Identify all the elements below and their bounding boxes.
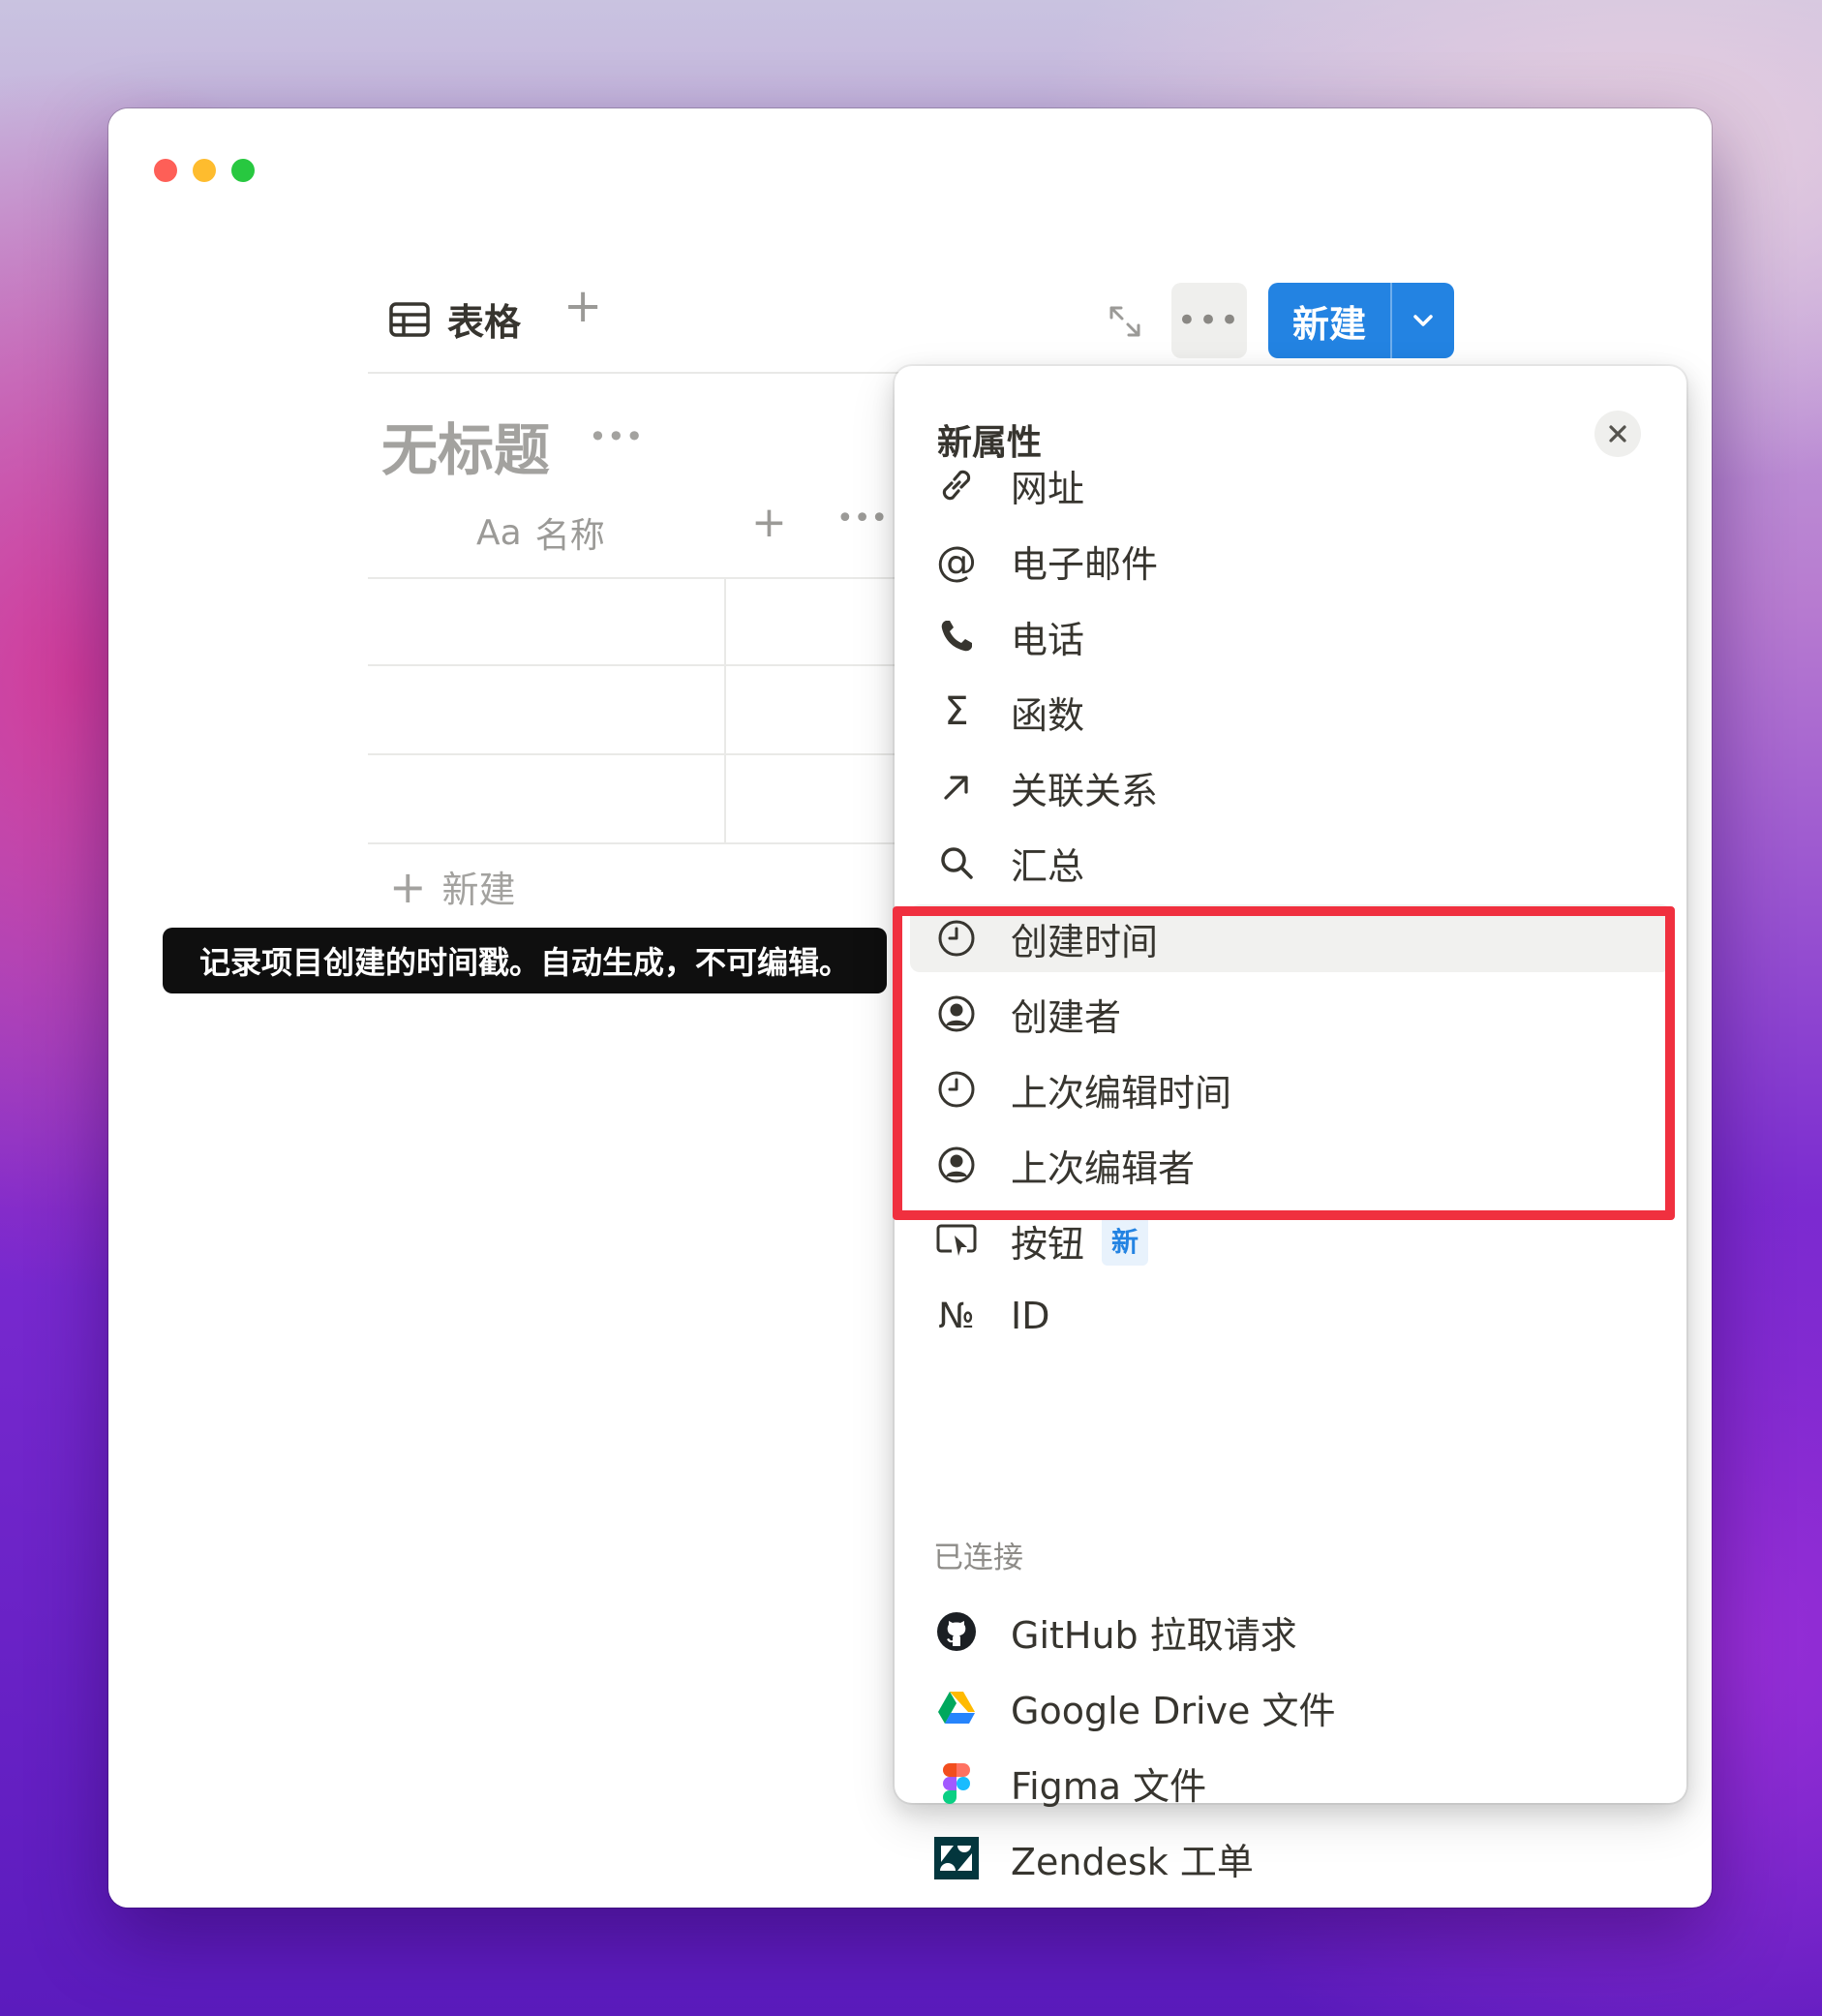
menu-item-label: 关联关系 [1011, 769, 1159, 812]
table-column-divider [724, 577, 726, 844]
column-more-button[interactable]: ••• [836, 502, 888, 535]
table-icon [389, 301, 430, 337]
menu-item-url[interactable]: 网址 [910, 451, 1671, 519]
menu-item-google-drive[interactable]: Google Drive 文件 [910, 1673, 1671, 1741]
close-icon [1609, 425, 1626, 443]
menu-item-label: 函数 [1011, 693, 1085, 737]
menu-item-label: 电子邮件 [1011, 542, 1159, 586]
text-type-icon: Aa [476, 512, 522, 553]
phone-icon [933, 613, 980, 659]
cursor-button-icon [933, 1217, 980, 1264]
menu-item-label: Figma 文件 [1011, 1764, 1207, 1808]
chevron-down-icon [1413, 315, 1433, 326]
title-more-button[interactable]: ••• [589, 418, 644, 455]
add-row-button[interactable]: + 新建 [389, 860, 516, 913]
add-view-button[interactable]: + [563, 279, 602, 333]
sigma-icon: Σ [944, 689, 969, 734]
new-dropdown-button[interactable] [1392, 283, 1454, 358]
menu-item-label: 电话 [1011, 618, 1085, 661]
menu-item-label: 按钮 [1011, 1222, 1085, 1266]
menu-item-label: 网址 [1011, 467, 1085, 510]
add-row-label: 新建 [441, 869, 516, 911]
menu-item-rollup[interactable]: 汇总 [910, 829, 1671, 897]
new-badge: 新 [1102, 1215, 1149, 1266]
at-icon: @ [936, 536, 977, 585]
view-tab-table[interactable]: 表格 [389, 292, 521, 346]
highlight-box [893, 906, 1675, 1220]
expand-icon[interactable] [1106, 302, 1144, 341]
menu-item-figma[interactable]: Figma 文件 [910, 1749, 1671, 1817]
menu-item-label: GitHub 拉取请求 [1011, 1613, 1297, 1657]
database-title[interactable]: 无标题 [381, 405, 550, 486]
search-icon [933, 840, 980, 886]
add-property-button[interactable]: + [751, 498, 787, 547]
menu-item-email[interactable]: @ 电子邮件 [910, 527, 1671, 595]
tooltip: 记录项目创建的时间戳。自动生成，不可编辑。 [163, 928, 887, 993]
close-menu-button[interactable] [1594, 411, 1641, 457]
menu-item-label: Google Drive 文件 [1011, 1689, 1336, 1732]
link-icon [933, 462, 980, 508]
close-window-button[interactable] [154, 159, 177, 182]
menu-item-label: 汇总 [1011, 844, 1085, 888]
new-button[interactable]: 新建 [1268, 283, 1392, 358]
column-header-label: 名称 [534, 516, 605, 556]
more-options-button[interactable]: ••• [1171, 283, 1247, 358]
menu-item-github[interactable]: GitHub 拉取请求 [910, 1598, 1671, 1665]
plus-icon: + [389, 860, 427, 913]
connected-section-label: 已连接 [933, 1541, 1023, 1575]
menu-item-label: ID [1011, 1295, 1050, 1337]
github-icon [933, 1608, 980, 1655]
menu-item-id[interactable]: № ID [910, 1282, 1671, 1350]
arrow-up-right-icon [933, 764, 980, 810]
view-tab-label: 表格 [447, 301, 522, 344]
numero-icon: № [938, 1296, 975, 1336]
menu-item-relation[interactable]: 关联关系 [910, 753, 1671, 821]
menu-item-zendesk[interactable]: Zendesk 工单 [910, 1824, 1671, 1892]
menu-item-label: Zendesk 工单 [1011, 1840, 1254, 1883]
zoom-window-button[interactable] [231, 159, 255, 182]
google-drive-icon [933, 1684, 980, 1730]
zendesk-icon [933, 1835, 980, 1881]
column-header-name[interactable]: Aa 名称 [476, 507, 605, 558]
menu-item-formula[interactable]: Σ 函数 [910, 678, 1671, 746]
minimize-window-button[interactable] [193, 159, 216, 182]
figma-icon [933, 1759, 980, 1806]
menu-item-phone[interactable]: 电话 [910, 602, 1671, 670]
new-button-group: 新建 [1268, 283, 1454, 358]
